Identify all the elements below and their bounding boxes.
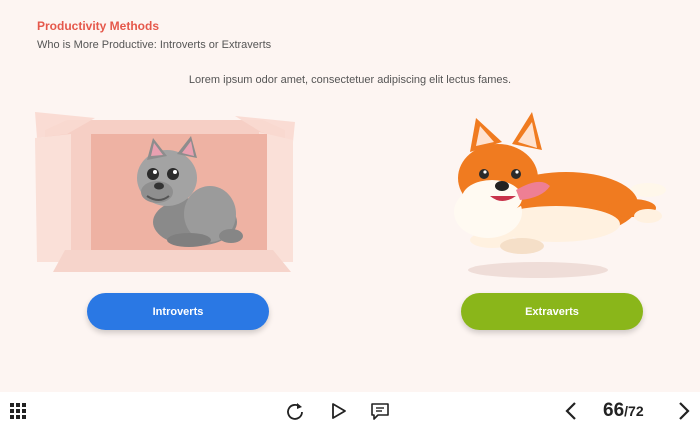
page-total: 72 <box>628 403 644 419</box>
slide: Productivity Methods Who is More Product… <box>0 0 700 392</box>
introverts-button[interactable]: Introverts <box>87 293 269 330</box>
player-toolbar <box>0 392 700 430</box>
extravert-corgi-illustration <box>454 112 666 254</box>
grid-menu-icon[interactable] <box>9 401 29 421</box>
slide-subtitle: Who is More Productive: Introverts or Ex… <box>37 39 272 51</box>
body-text: Lorem ipsum odor amet, consectetuer adip… <box>188 74 512 86</box>
section-title: Productivity Methods <box>37 19 160 33</box>
chevron-left-icon[interactable] <box>561 401 581 421</box>
chevron-right-icon[interactable] <box>674 401 694 421</box>
notes-icon[interactable] <box>370 401 390 421</box>
extraverts-button[interactable]: Extraverts <box>461 293 643 330</box>
introvert-box-illustration <box>35 112 295 272</box>
play-icon[interactable] <box>329 401 349 421</box>
page-current: 66 <box>603 400 625 421</box>
page-counter: 66/72 <box>603 400 644 422</box>
replay-icon[interactable] <box>285 401 305 421</box>
corgi-shadow <box>468 262 608 278</box>
